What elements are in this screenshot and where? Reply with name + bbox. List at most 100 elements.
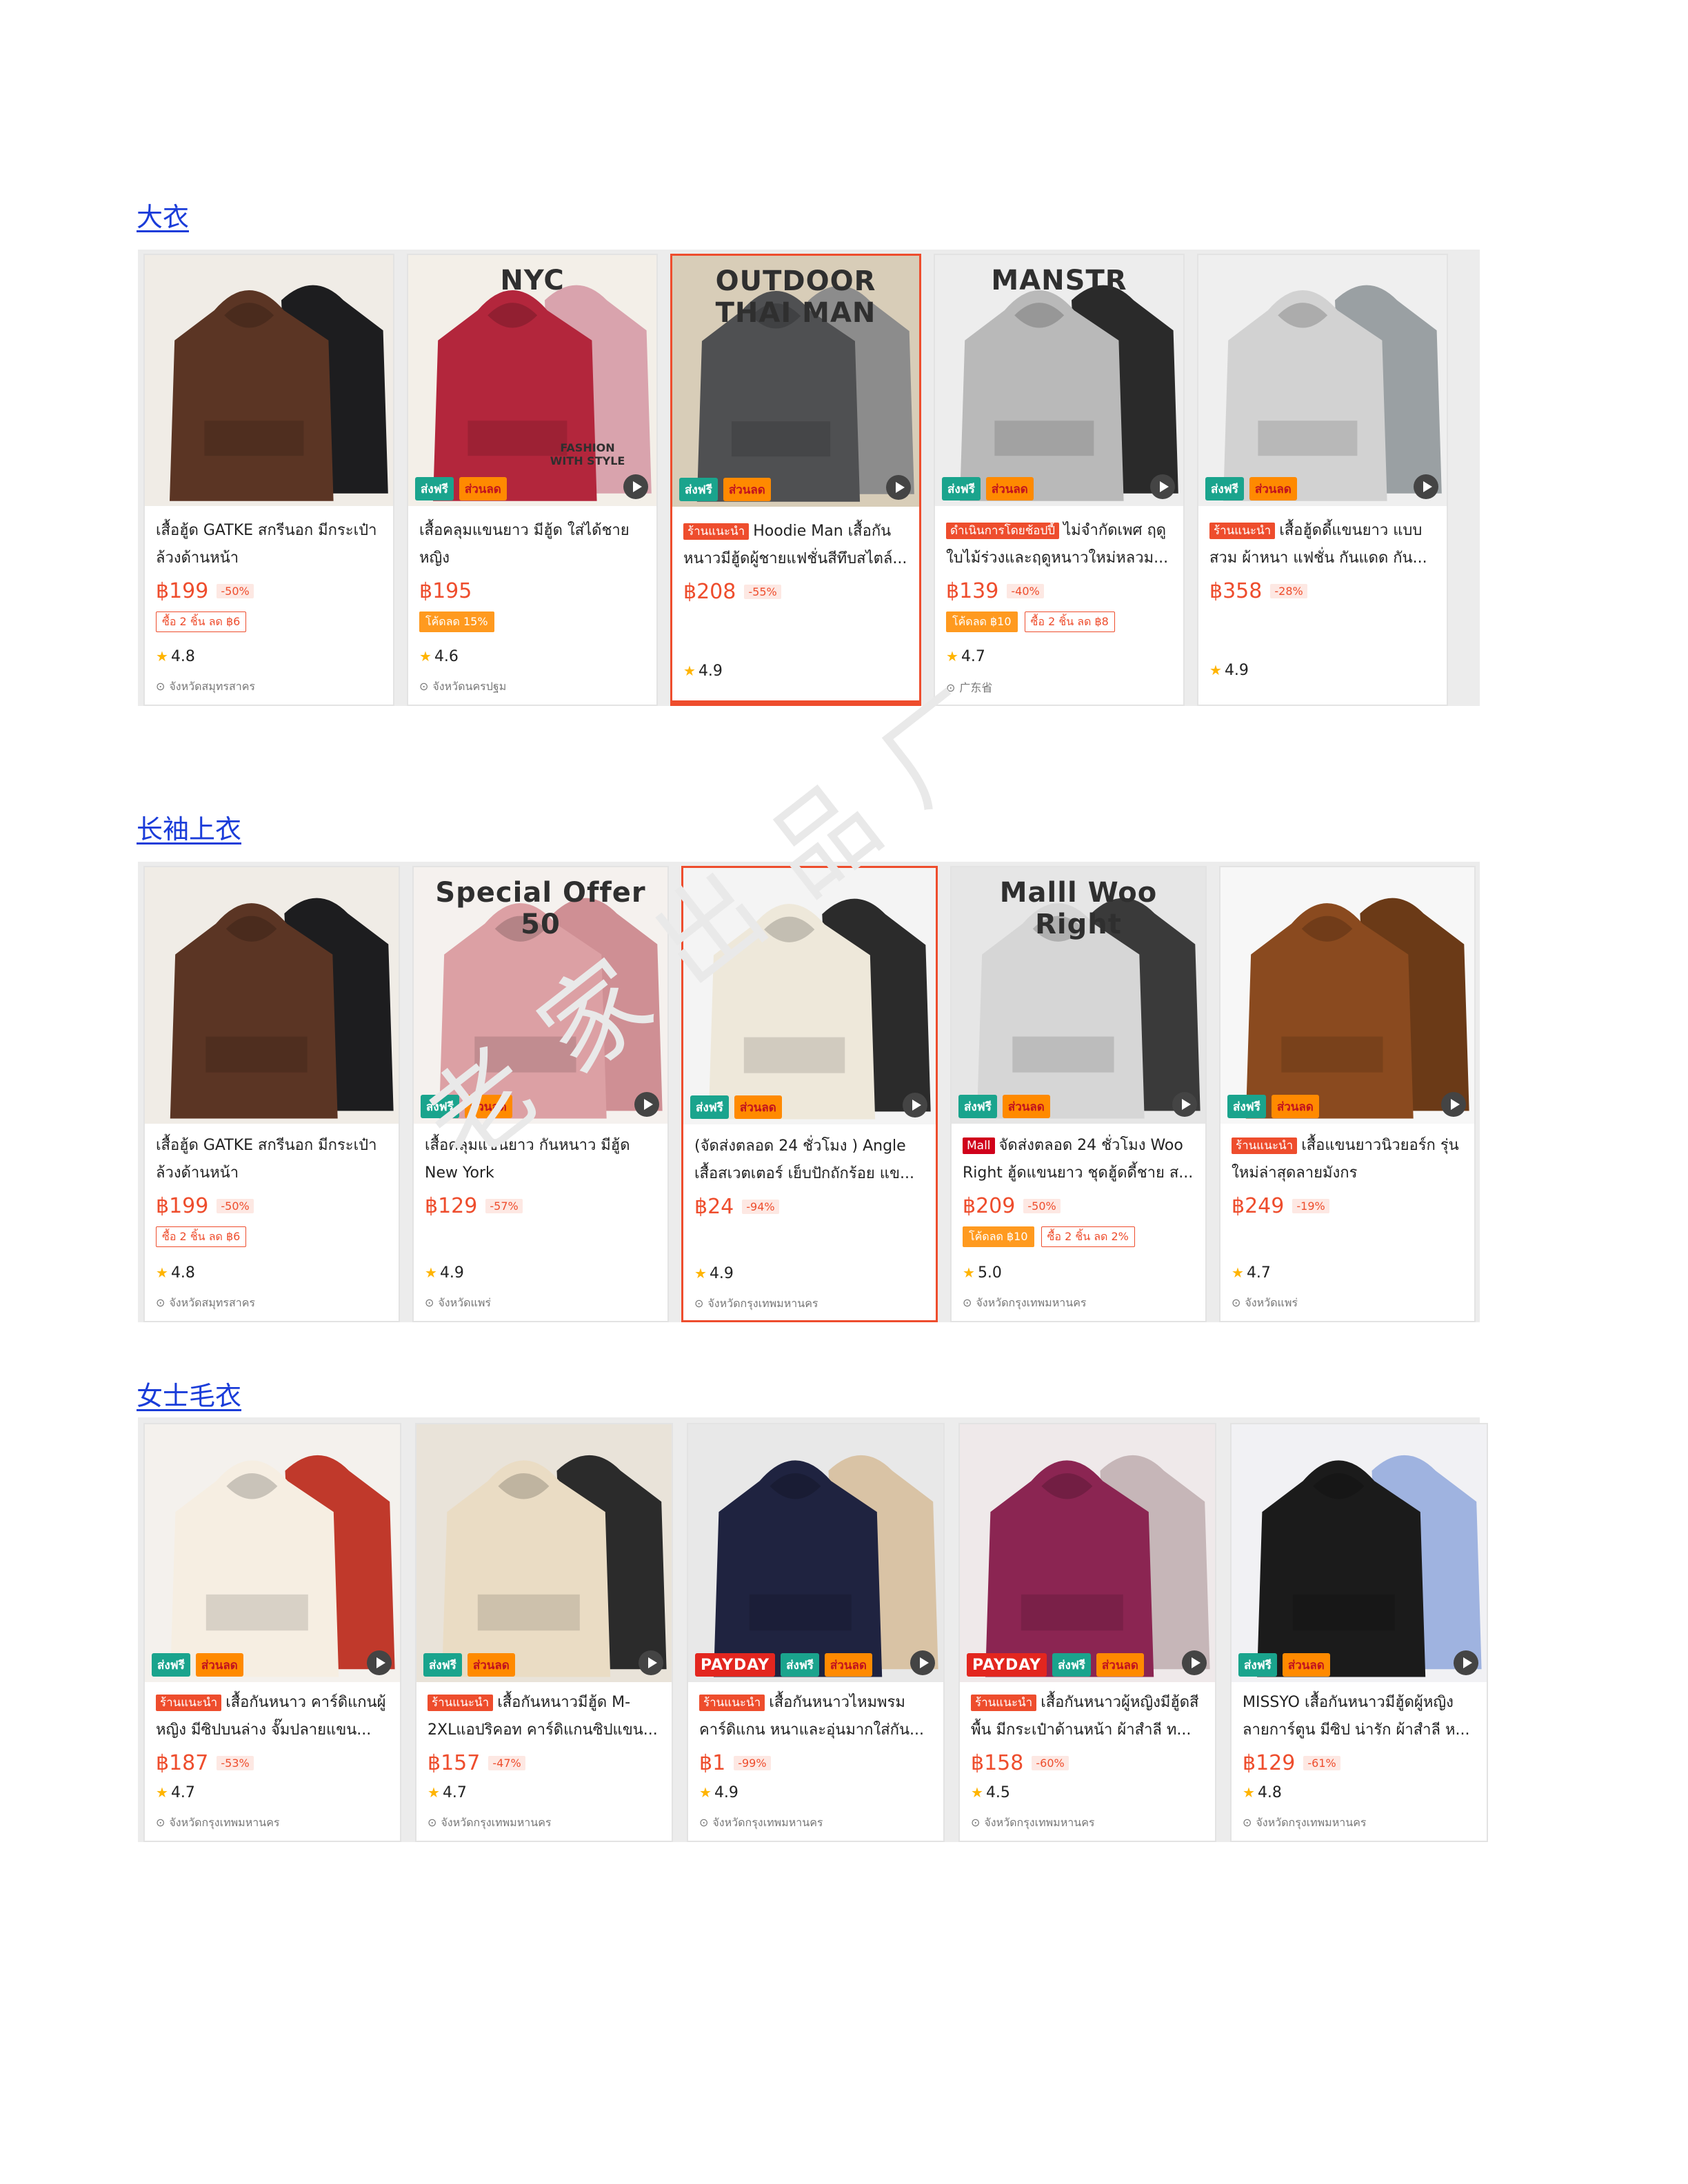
product-thumbnail[interactable]: ส่งฟรี ส่วนลด <box>1198 255 1447 506</box>
product-info: เสื้อฮู้ด GATKE สกรีนอก มีกระเป๋าล้วงด้า… <box>156 1132 389 1247</box>
voucher-tag[interactable]: โค้ดลด ฿10 <box>946 611 1018 632</box>
product-thumbnail[interactable]: ส่งฟรี ส่วนลด <box>145 1424 400 1682</box>
product-card[interactable]: OUTDOOR THAI MAN ส่งฟรี ส่วนลดร้านแนะนำ Hoo… <box>670 254 921 706</box>
product-thumbnail[interactable] <box>145 255 393 506</box>
product-image <box>145 1424 400 1682</box>
voucher-tag[interactable]: ซื้อ 2 ชิ้น ลด ฿6 <box>156 611 247 632</box>
location-text: จังหวัดกรุงเทพมหานคร <box>707 1297 818 1310</box>
product-name[interactable]: ร้านแนะนำ Hoodie Man เสื้อกันหนาวมีฮู้ดผู… <box>683 518 910 573</box>
price-row: ฿358 -28% <box>1209 579 1437 603</box>
product-thumbnail[interactable]: PAYDAY ส่งฟรี ส่วนลด <box>960 1424 1215 1682</box>
product-name[interactable]: เสื้อฮู้ด GATKE สกรีนอก มีกระเป๋าล้วงด้า… <box>156 517 383 572</box>
play-icon[interactable] <box>623 474 648 499</box>
product-thumbnail[interactable]: NYC FASHION WITH STYLE ส่งฟรี ส่วนลด <box>408 255 656 506</box>
product-thumbnail[interactable]: Malll Woo Right ส่งฟรี ส่วนลด <box>952 867 1205 1124</box>
product-name[interactable]: MISSYO เสื้อกันหนาวมีฮู้ดผู้หญิงลายการ์ต… <box>1243 1689 1477 1744</box>
product-card[interactable]: PAYDAY ส่งฟรี ส่วนลดร้านแนะนำ เสื้อกันหนาวไ… <box>687 1423 945 1842</box>
promo-badge-row: ส่งฟรี ส่วนลด <box>679 478 771 501</box>
product-card[interactable]: ส่งฟรี ส่วนลดร้านแนะนำ เสื้อฮู้ดดี้แขนยาว … <box>1197 254 1448 706</box>
product-thumbnail[interactable]: ส่งฟรี ส่วนลด <box>416 1424 672 1682</box>
discount-percent: -40% <box>1007 584 1044 598</box>
play-icon[interactable] <box>634 1092 659 1117</box>
promo-badge-row: ส่งฟรี ส่วนลด <box>421 1095 512 1118</box>
star-icon: ★ <box>1209 662 1222 678</box>
mall-badge: Mall <box>963 1138 995 1154</box>
discount-badge: ส่วนลด <box>1282 1653 1330 1677</box>
product-name[interactable]: ร้านแนะนำ เสื้อกันหนาวไหมพรมคาร์ดิแกน หนา… <box>699 1689 934 1744</box>
play-icon[interactable] <box>1454 1650 1478 1675</box>
product-card[interactable]: NYC FASHION WITH STYLE ส่งฟรี ส่วนลดเสื้อคล… <box>407 254 658 706</box>
section-title-link[interactable]: 女士毛衣 <box>137 1375 241 1413</box>
product-name[interactable]: ร้านแนะนำ เสื้อแขนยาวนิวยอร์ก รุ่นใหม่ล่า… <box>1232 1132 1465 1187</box>
product-name[interactable]: Mall จัดส่งตลอด 24 ชั่วโมง Woo Right ฮู้ด… <box>963 1132 1196 1187</box>
product-card[interactable]: Special Offer 50 ส่งฟรี ส่วนลดเสื้อคลุมแขน… <box>412 866 669 1322</box>
product-card[interactable]: เสื้อฮู้ด GATKE สกรีนอก มีกระเป๋าล้วงด้า… <box>143 254 394 706</box>
voucher-tag[interactable]: ซื้อ 2 ชิ้น ลด ฿8 <box>1024 611 1115 632</box>
product-image <box>1232 1424 1487 1682</box>
product-thumbnail[interactable]: ส่งฟรี ส่วนลด <box>1220 867 1474 1124</box>
free-shipping-badge: ส่งฟรี <box>415 477 454 501</box>
seller-location: ⊙ จังหวัดนครปฐม <box>419 678 506 696</box>
product-thumbnail[interactable]: OUTDOOR THAI MAN ส่งฟรี ส่วนลด <box>672 256 919 507</box>
product-card[interactable]: เสื้อฮู้ด GATKE สกรีนอก มีกระเป๋าล้วงด้า… <box>143 866 400 1322</box>
discount-badge: ส่วนลด <box>1271 1095 1319 1118</box>
voucher-tag[interactable]: โค้ดลด ฿10 <box>963 1226 1034 1247</box>
voucher-tag[interactable]: ซื้อ 2 ชิ้น ลด 2% <box>1041 1226 1135 1247</box>
section-title-link[interactable]: 大衣 <box>137 196 189 234</box>
rating-value: 4.7 <box>442 1784 467 1801</box>
play-icon[interactable] <box>910 1650 935 1675</box>
section-title-link[interactable]: 长袖上衣 <box>137 808 241 846</box>
product-thumbnail[interactable]: MANSTR ส่งฟรี ส่วนลด <box>935 255 1183 506</box>
discount-percent: -19% <box>1292 1199 1329 1213</box>
seller-location: ⊙ จังหวัดกรุงเทพมหานคร <box>694 1295 818 1313</box>
product-name[interactable]: ร้านแนะนำ เสื้อฮู้ดดี้แขนยาว แบบสวม ผ้าหน… <box>1209 517 1437 572</box>
product-image <box>688 1424 943 1682</box>
product-name[interactable]: ดำเนินการโดยช้อปปี้ ไม่จำกัดเพศ ฤดูใบไม้ร… <box>946 517 1174 572</box>
play-icon[interactable] <box>1441 1092 1466 1117</box>
product-card[interactable]: PAYDAY ส่งฟรี ส่วนลดร้านแนะนำ เสื้อกันหนาวผ… <box>958 1423 1216 1842</box>
product-card[interactable]: ส่งฟรี ส่วนลดร้านแนะนำ เสื้อกันหนาวมีฮู้ด … <box>415 1423 673 1842</box>
play-icon[interactable] <box>1172 1092 1197 1117</box>
product-name[interactable]: เสื้อคลุมแขนยาว กันหนาว มีฮู้ด New York <box>425 1132 658 1187</box>
product-name[interactable]: เสื้อคลุมแขนยาว มีฮู้ด ใส่ได้ชายหญิง <box>419 517 647 572</box>
play-icon[interactable] <box>367 1650 392 1675</box>
star-icon: ★ <box>1243 1784 1255 1801</box>
play-icon[interactable] <box>886 475 911 500</box>
product-name[interactable]: เสื้อฮู้ด GATKE สกรีนอก มีกระเป๋าล้วงด้า… <box>156 1132 389 1187</box>
product-price: ฿195 <box>419 579 472 603</box>
product-thumbnail[interactable]: ส่งฟรี ส่วนลด <box>1232 1424 1487 1682</box>
product-thumbnail[interactable]: ส่งฟรี ส่วนลด <box>683 868 936 1124</box>
product-image <box>145 867 399 1124</box>
star-icon: ★ <box>428 1784 440 1801</box>
product-card[interactable]: ส่งฟรี ส่วนลดร้านแนะนำ เสื้อแขนยาวนิวยอร์ก… <box>1219 866 1476 1322</box>
product-info: (จัดส่งตลอด 24 ชั่วโมง ) Angle เสื้อสเวต… <box>694 1133 926 1219</box>
product-card[interactable]: ส่งฟรี ส่วนลดร้านแนะนำ เสื้อกันหนาว คาร์ดิ… <box>143 1423 401 1842</box>
product-price: ฿358 <box>1209 579 1263 603</box>
location-text: จังหวัดแพร่ <box>1245 1296 1298 1309</box>
play-icon[interactable] <box>903 1093 927 1118</box>
voucher-row: ซื้อ 2 ชิ้น ลด ฿6 <box>156 611 383 632</box>
play-icon[interactable] <box>1150 474 1175 499</box>
play-icon[interactable] <box>639 1650 663 1675</box>
product-thumbnail[interactable]: PAYDAY ส่งฟรี ส่วนลด <box>688 1424 943 1682</box>
voucher-tag[interactable]: โค้ดลด 15% <box>419 611 494 632</box>
product-name[interactable]: ร้านแนะนำ เสื้อกันหนาวผู้หญิงมีฮู้ดสีพื้น… <box>971 1689 1205 1744</box>
location-text: จังหวัดกรุงเทพมหานคร <box>984 1816 1095 1829</box>
product-card[interactable]: MANSTR ส่งฟรี ส่วนลดดำเนินการโดยช้อปปี้ ไม่… <box>934 254 1185 706</box>
product-card[interactable]: ส่งฟรี ส่วนลด MISSYO เสื้อกันหนาวมีฮู้ดผู้… <box>1230 1423 1488 1842</box>
location-text: จังหวัดสมุทรสาคร <box>169 1296 256 1309</box>
product-name[interactable]: (จัดส่งตลอด 24 ชั่วโมง ) Angle เสื้อสเวต… <box>694 1133 926 1188</box>
product-name[interactable]: ร้านแนะนำ เสื้อกันหนาวมีฮู้ด M-2XLแอปริคอ… <box>428 1689 662 1744</box>
product-card[interactable]: Malll Woo Right ส่งฟรี ส่วนลด Mall จัดส่งตลอ… <box>950 866 1207 1322</box>
play-icon[interactable] <box>1182 1650 1207 1675</box>
price-row: ฿199 -50% <box>156 579 383 603</box>
discount-percent: -99% <box>734 1756 771 1770</box>
play-icon[interactable] <box>1414 474 1438 499</box>
product-thumbnail[interactable]: Special Offer 50 ส่งฟรี ส่วนลด <box>414 867 667 1124</box>
voucher-tag[interactable]: ซื้อ 2 ชิ้น ลด ฿6 <box>156 1226 247 1247</box>
product-name-text: เสื้อคลุมแขนยาว มีฮู้ด ใส่ได้ชายหญิง <box>419 522 630 567</box>
product-name[interactable]: ร้านแนะนำ เสื้อกันหนาว คาร์ดิแกนผู้หญิง ม… <box>156 1689 390 1744</box>
product-thumbnail[interactable] <box>145 867 399 1124</box>
product-card[interactable]: ส่งฟรี ส่วนลด (จัดส่งตลอด 24 ชั่วโมง ) Ang… <box>681 866 938 1322</box>
discount-badge: ส่วนลด <box>1249 477 1297 501</box>
